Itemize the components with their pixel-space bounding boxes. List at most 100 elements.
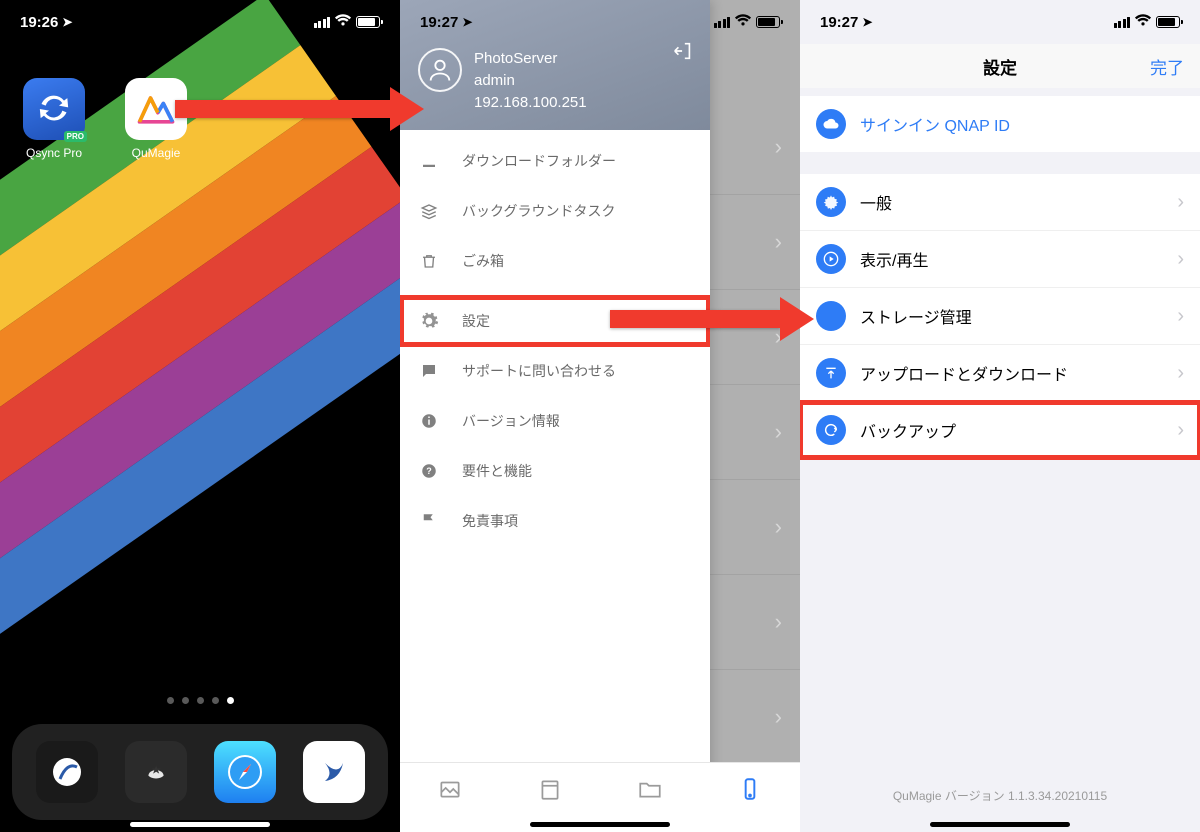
server-name: PhotoServer [474, 48, 587, 70]
app-label: Qsync Pro [18, 146, 90, 160]
chevron-right-icon: › [1177, 248, 1184, 271]
layers-icon [418, 202, 440, 220]
upload-icon [816, 358, 846, 388]
gear-icon [816, 187, 846, 217]
row-label: ストレージ管理 [860, 304, 972, 328]
row-display-playback[interactable]: 表示/再生 › [800, 231, 1200, 288]
status-time: 19:27 [420, 14, 458, 31]
tab-albums[interactable] [537, 776, 563, 807]
tab-photos[interactable] [437, 776, 463, 807]
cellular-icon [714, 17, 731, 28]
location-icon: ➤ [462, 15, 472, 29]
home-indicator[interactable] [530, 822, 670, 827]
settings-navbar: 設定 完了 [800, 44, 1200, 88]
wifi-icon [334, 13, 352, 31]
row-backup[interactable]: バックアップ › [800, 402, 1200, 458]
menu-background-task[interactable]: バックグラウンドタスク [400, 186, 710, 236]
cellular-icon [1114, 17, 1131, 28]
home-indicator[interactable] [930, 822, 1070, 827]
dock-app-safari[interactable] [214, 741, 276, 803]
qsync-pro-icon: PRO [23, 78, 85, 140]
help-icon: ? [418, 462, 440, 480]
gear-icon [418, 311, 440, 331]
version-text: QuMagie バージョン 1.1.3.34.20210115 [800, 787, 1200, 804]
menu-label: バージョン情報 [462, 411, 560, 431]
wifi-icon [734, 13, 752, 31]
row-label: 一般 [860, 190, 892, 214]
trash-icon [418, 252, 440, 270]
status-time: 19:27 [820, 14, 858, 31]
status-bar: 19:27 ➤ [400, 0, 800, 44]
row-label: 表示/再生 [860, 247, 928, 271]
chat-icon [418, 362, 440, 380]
dock-app-2[interactable] [125, 741, 187, 803]
backup-icon [816, 415, 846, 445]
row-label: アップロードとダウンロード [860, 361, 1068, 385]
status-bar: 19:27 ➤ [800, 0, 1200, 44]
row-upload-download[interactable]: アップロードとダウンロード › [800, 345, 1200, 402]
info-icon [418, 412, 440, 430]
menu-label: サポートに問い合わせる [462, 361, 616, 381]
dock [12, 724, 388, 820]
row-label: バックアップ [860, 418, 956, 442]
battery-icon [1156, 16, 1180, 28]
qumagie-icon [125, 78, 187, 140]
page-indicator[interactable] [0, 697, 400, 704]
svg-text:?: ? [426, 466, 432, 476]
app-label: QuMagie [120, 146, 192, 160]
menu-label: 設定 [462, 311, 490, 331]
chevron-right-icon: › [1177, 419, 1184, 442]
app-qsync-pro[interactable]: PRO Qsync Pro [18, 78, 90, 160]
menu-trash[interactable]: ごみ箱 [400, 236, 710, 286]
location-icon: ➤ [862, 15, 872, 29]
screen-home: 19:26 ➤ PRO Qsync Pro QuMagie [0, 0, 400, 832]
cloud-icon [816, 109, 846, 139]
status-time: 19:26 [20, 14, 58, 31]
app-qumagie[interactable]: QuMagie [120, 78, 192, 160]
chevron-right-icon: › [1177, 191, 1184, 214]
menu-version[interactable]: バージョン情報 [400, 396, 710, 446]
tab-folders[interactable] [637, 776, 663, 807]
menu-disclaimer[interactable]: 免責事項 [400, 496, 710, 546]
menu-download-folder[interactable]: ダウンロードフォルダー [400, 136, 710, 186]
menu-label: ダウンロードフォルダー [462, 151, 616, 171]
menu-label: ごみ箱 [462, 251, 504, 271]
battery-icon [756, 16, 780, 28]
settings-title: 設定 [983, 54, 1017, 79]
screen-drawer: ››››››› PhotoServer admin 192.168.100.25… [400, 0, 800, 832]
menu-label: 免責事項 [462, 511, 518, 531]
row-sign-in-qnap[interactable]: サインイン QNAP ID [800, 96, 1200, 152]
menu-requirements[interactable]: ? 要件と機能 [400, 446, 710, 496]
drawer-menu: ダウンロードフォルダー バックグラウンドタスク ごみ箱 設定 サポートに問い合わ… [400, 130, 710, 832]
dock-app-1[interactable] [36, 741, 98, 803]
server-ip: 192.168.100.251 [474, 92, 587, 114]
done-button[interactable]: 完了 [1150, 54, 1184, 79]
download-circle-icon [816, 301, 846, 331]
status-bar: 19:26 ➤ [0, 0, 400, 44]
cellular-icon [314, 17, 331, 28]
screen-settings: 19:27 ➤ 設定 完了 サインイン QNAP ID 一般 › [800, 0, 1200, 832]
row-storage[interactable]: ストレージ管理 › [800, 288, 1200, 345]
menu-support[interactable]: サポートに問い合わせる [400, 346, 710, 396]
chevron-right-icon: › [1177, 305, 1184, 328]
side-drawer: PhotoServer admin 192.168.100.251 ダウンロード… [400, 0, 710, 832]
server-user: admin [474, 70, 587, 92]
menu-settings[interactable]: 設定 [400, 296, 710, 346]
play-icon [816, 244, 846, 274]
battery-icon [356, 16, 380, 28]
wifi-icon [1134, 13, 1152, 31]
row-general[interactable]: 一般 › [800, 174, 1200, 231]
menu-label: バックグラウンドタスク [462, 201, 615, 221]
menu-label: 要件と機能 [462, 461, 532, 481]
row-label: サインイン QNAP ID [860, 112, 1010, 136]
flag-icon [418, 512, 440, 530]
pro-badge: PRO [64, 131, 87, 142]
dock-app-4[interactable] [303, 741, 365, 803]
chevron-right-icon: › [1177, 362, 1184, 385]
logout-icon[interactable] [672, 40, 694, 67]
drawer-backdrop[interactable]: ››››››› [710, 0, 800, 832]
avatar-icon[interactable] [418, 48, 462, 92]
home-indicator[interactable] [130, 822, 270, 827]
tab-device[interactable] [737, 776, 763, 807]
location-icon: ➤ [62, 15, 72, 29]
